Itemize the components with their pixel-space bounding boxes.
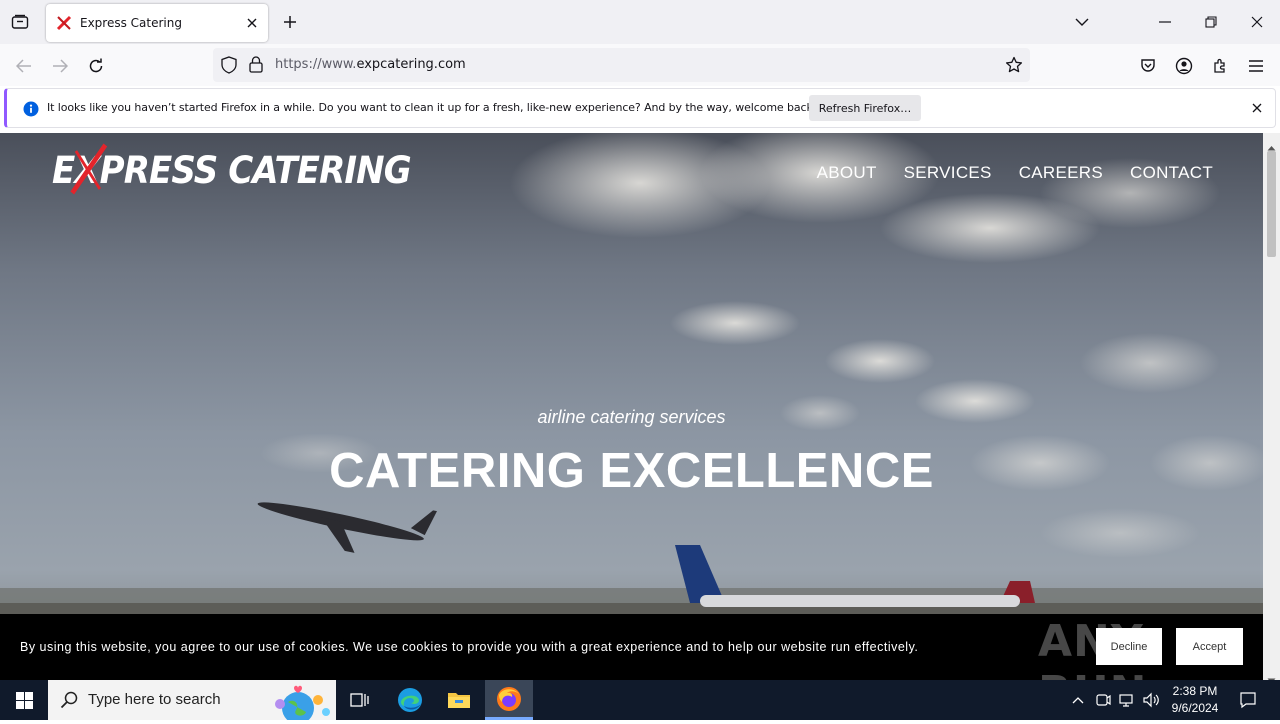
url-bar[interactable]: https://www.expcatering.com — [213, 48, 1030, 82]
bookmark-star-icon[interactable] — [1005, 56, 1023, 74]
new-tab-icon[interactable] — [280, 12, 300, 32]
web-page: EXPRESS CATERING ABOUT SERVICES CAREERS … — [0, 133, 1263, 680]
windows-taskbar: Type here to search 2:38 PM 9/6/2024 — [0, 680, 1280, 724]
nav-about[interactable]: ABOUT — [817, 163, 877, 183]
nav-careers[interactable]: CAREERS — [1019, 163, 1103, 183]
search-highlight-globe-icon — [260, 682, 334, 724]
favicon-icon — [56, 15, 72, 31]
page-scrollbar[interactable] — [1263, 133, 1280, 683]
cookie-text: By using this website, you agree to our … — [20, 640, 919, 654]
hero-title: CATERING EXCELLENCE — [329, 444, 934, 498]
site-logo[interactable]: EXPRESS CATERING — [52, 143, 412, 195]
clock-date: 9/6/2024 — [1171, 701, 1219, 715]
close-window-icon[interactable] — [1243, 8, 1271, 36]
taskbar-clock[interactable]: 2:38 PM 9/6/2024 — [1166, 683, 1224, 717]
forward-icon[interactable] — [46, 52, 74, 80]
search-icon — [60, 691, 78, 713]
accept-button[interactable]: Accept — [1176, 628, 1243, 665]
pocket-icon[interactable] — [1134, 52, 1162, 80]
tab-express-catering[interactable]: Express Catering — [46, 4, 268, 42]
navigation-toolbar: https://www.expcatering.com — [0, 44, 1280, 86]
refresh-firefox-button[interactable]: Refresh Firefox… — [809, 95, 921, 121]
shield-icon[interactable] — [221, 56, 239, 74]
minimize-icon[interactable] — [1151, 8, 1179, 36]
file-explorer-icon[interactable] — [435, 680, 483, 720]
network-icon[interactable] — [1117, 690, 1137, 710]
edge-icon[interactable] — [386, 680, 434, 720]
scroll-thumb[interactable] — [1267, 151, 1276, 257]
notification-close-icon[interactable] — [1249, 100, 1265, 116]
nav-services[interactable]: SERVICES — [904, 163, 992, 183]
nav-contact[interactable]: CONTACT — [1130, 163, 1213, 183]
account-icon[interactable] — [1170, 52, 1198, 80]
logo-text: PRESS CATERING — [99, 149, 412, 192]
main-nav: ABOUT SERVICES CAREERS CONTACT — [817, 163, 1213, 183]
notification-text: It looks like you haven’t started Firefo… — [47, 101, 818, 114]
url-text[interactable]: https://www.expcatering.com — [275, 57, 466, 72]
list-all-tabs-icon[interactable] — [1068, 8, 1096, 36]
volume-icon[interactable] — [1141, 690, 1161, 710]
windows-start-icon[interactable] — [0, 680, 48, 720]
clock-time: 2:38 PM — [1172, 684, 1218, 698]
back-icon[interactable] — [10, 52, 38, 80]
firefox-notification-bar: It looks like you haven’t started Firefo… — [4, 88, 1276, 128]
info-icon — [23, 101, 39, 117]
decline-button[interactable]: Decline — [1096, 628, 1162, 665]
extensions-icon[interactable] — [1206, 52, 1234, 80]
reload-icon[interactable] — [82, 52, 110, 80]
cookie-banner: By using this website, you agree to our … — [0, 614, 1263, 718]
tab-list-icon[interactable] — [8, 10, 32, 34]
notification-center-icon[interactable] — [1238, 690, 1258, 710]
url-host: expcatering.com — [356, 57, 466, 72]
tab-title: Express Catering — [80, 16, 182, 30]
tray-meet-icon[interactable] — [1093, 690, 1113, 710]
menu-icon[interactable] — [1242, 52, 1270, 80]
tab-strip: Express Catering — [0, 0, 1280, 44]
url-prefix: https://www. — [275, 57, 357, 72]
taskbar-search-box[interactable]: Type here to search — [48, 680, 336, 724]
task-view-icon[interactable] — [336, 680, 384, 720]
tab-close-icon[interactable] — [244, 15, 260, 31]
lock-icon[interactable] — [249, 56, 265, 74]
tray-overflow-chevron-icon[interactable] — [1068, 690, 1088, 710]
search-placeholder: Type here to search — [88, 691, 221, 708]
firefox-taskbar-icon[interactable] — [485, 680, 533, 720]
logo-x-mark: X — [70, 143, 108, 195]
hero-subtitle: airline catering services — [537, 407, 726, 427]
restore-icon[interactable] — [1197, 8, 1225, 36]
